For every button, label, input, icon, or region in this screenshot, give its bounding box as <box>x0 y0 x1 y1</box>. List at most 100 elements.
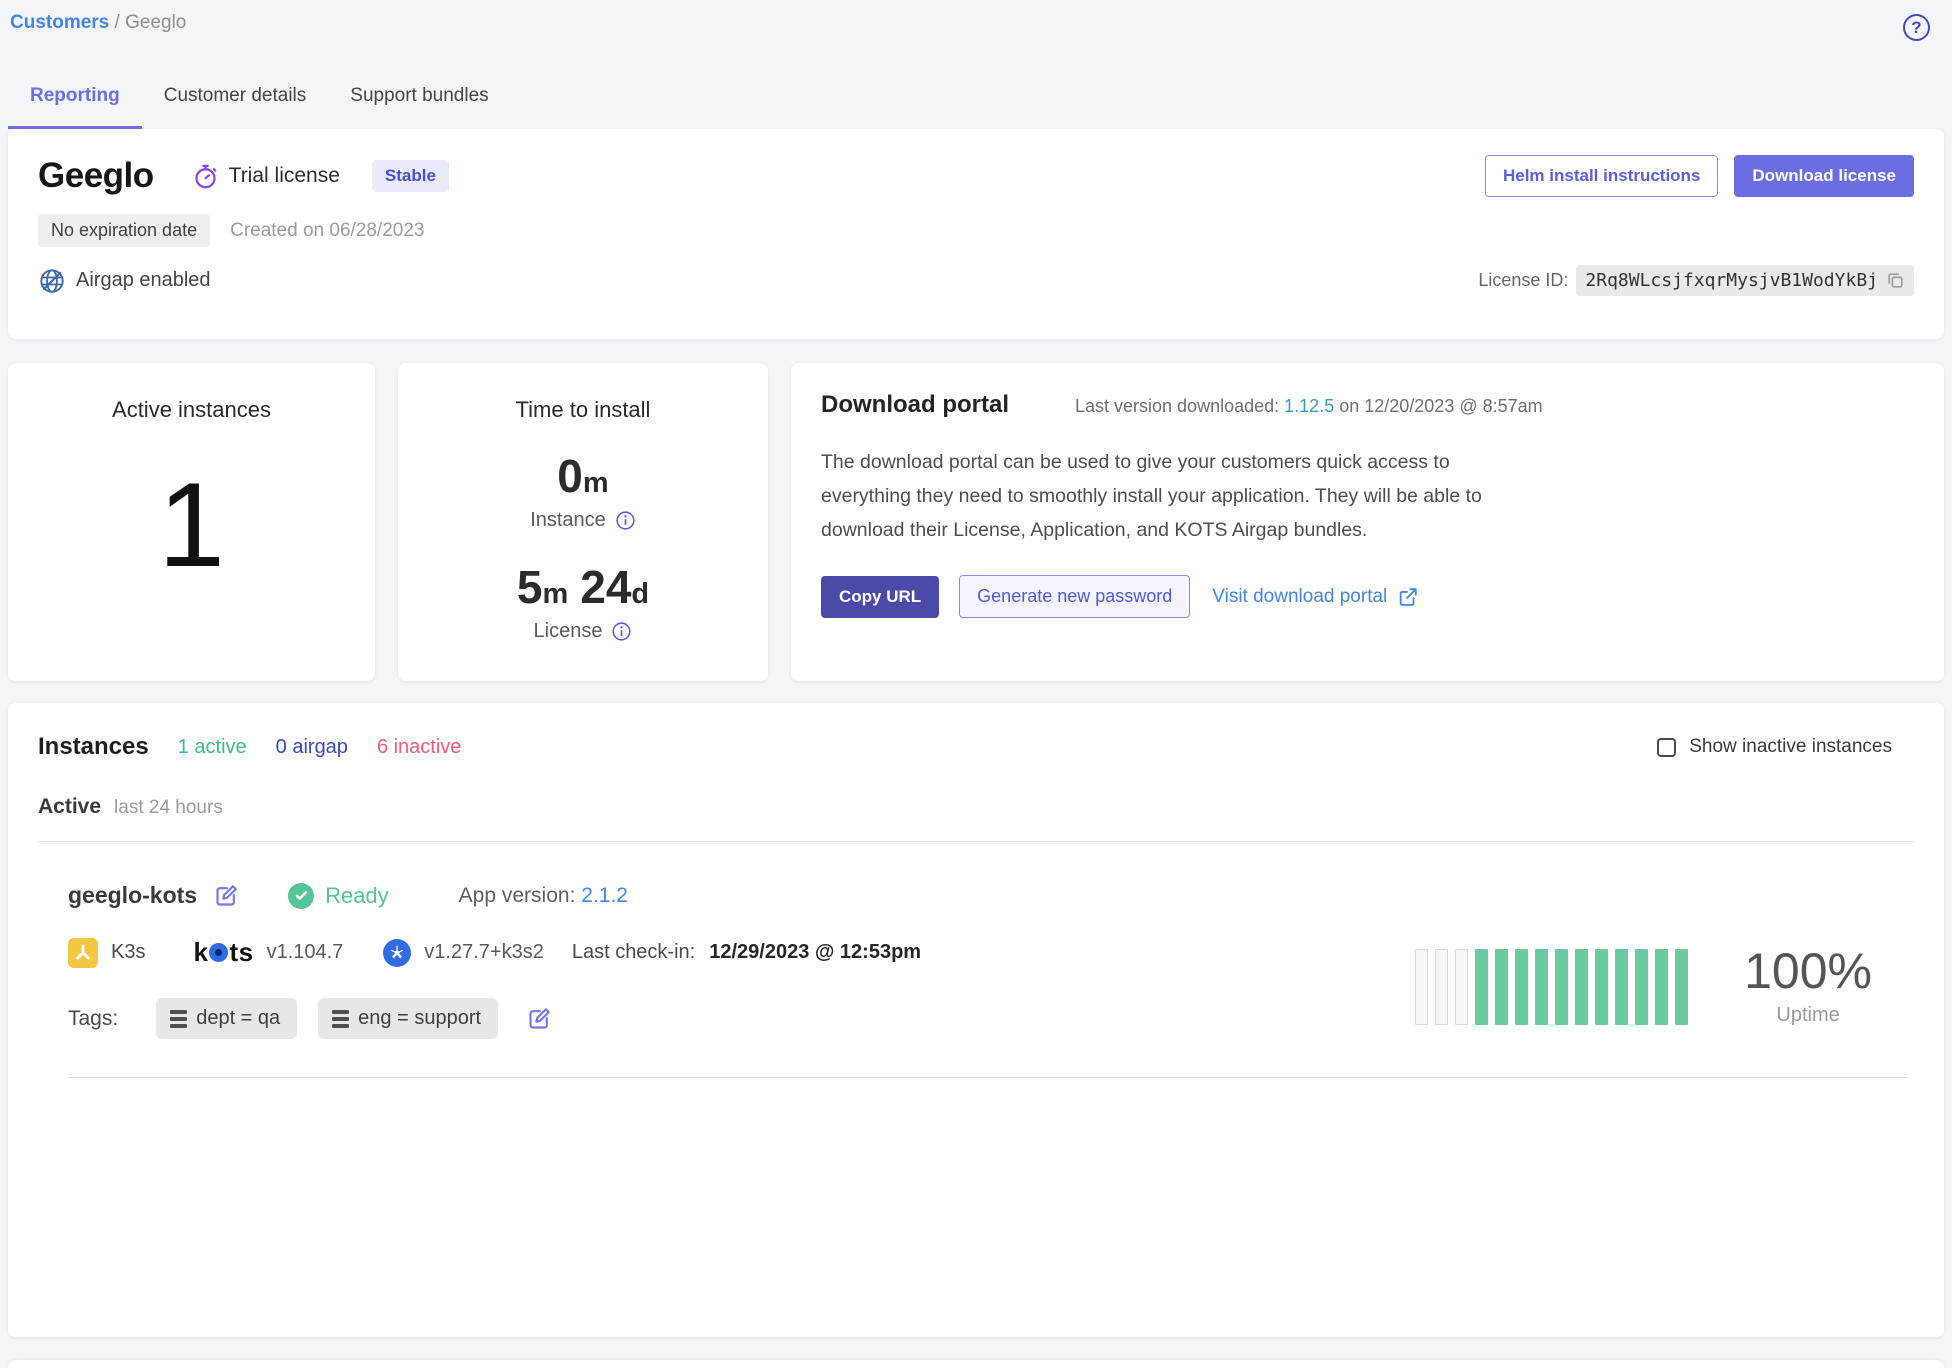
uptime-value: 100% <box>1744 946 1872 996</box>
license-type: Trial license <box>192 163 340 190</box>
breadcrumb-separator: / <box>115 12 126 33</box>
license-id-group: License ID: 2Rq8WLcsjfxqrMysjvB1WodYkBj <box>1478 265 1914 296</box>
kubernetes-icon <box>383 939 411 967</box>
inactive-count: 6 inactive <box>377 736 462 759</box>
tab-customer-details[interactable]: Customer details <box>142 75 329 129</box>
expiration-badge: No expiration date <box>38 214 210 247</box>
copy-url-button[interactable]: Copy URL <box>821 576 939 618</box>
uptime-bar <box>1655 949 1668 1025</box>
help-icon[interactable]: ? <box>1903 14 1930 41</box>
uptime-bar <box>1435 949 1448 1025</box>
uptime-label: Uptime <box>1744 1004 1872 1027</box>
tag-label: dept = qa <box>196 1007 280 1030</box>
tag-menu-icon <box>170 1010 187 1028</box>
created-date: Created on 06/28/2023 <box>230 220 424 242</box>
kots-logo: kts <box>193 937 253 968</box>
breadcrumb: Customers / Geeglo <box>10 12 186 34</box>
uptime-bar <box>1575 949 1588 1025</box>
uptime-bar <box>1635 949 1648 1025</box>
k3s-icon <box>68 938 98 968</box>
tags-label: Tags: <box>68 1007 118 1031</box>
active-section-sublabel: last 24 hours <box>114 797 223 819</box>
ready-label: Ready <box>325 883 389 909</box>
license-id-value: 2Rq8WLcsjfxqrMysjvB1WodYkBj <box>1585 270 1878 291</box>
active-instances-title: Active instances <box>8 397 375 423</box>
airgap-status: Airgap enabled <box>38 267 211 295</box>
uptime-bar <box>1675 949 1688 1025</box>
breadcrumb-customers-link[interactable]: Customers <box>10 12 109 33</box>
customer-name: Geeglo <box>38 156 154 196</box>
last-version-downloaded: Last version downloaded: 1.12.5 on 12/20… <box>1075 396 1543 417</box>
uptime-bar <box>1415 949 1428 1025</box>
uptime-bar <box>1595 949 1608 1025</box>
kots-logo-o <box>209 943 228 962</box>
instances-card: Instances 1 active 0 airgap 6 inactive S… <box>8 703 1944 1337</box>
ready-check-icon <box>288 883 314 909</box>
instance-install-label: Instance <box>398 509 768 532</box>
time-to-install-title: Time to install <box>398 397 768 423</box>
kots-version: v1.104.7 <box>267 941 344 964</box>
uptime-bar <box>1535 949 1548 1025</box>
customer-summary-card: Geeglo Trial license Stable Helm i <box>8 129 1944 339</box>
uptime-bar <box>1495 949 1508 1025</box>
uptime-bar <box>1475 949 1488 1025</box>
tab-reporting[interactable]: Reporting <box>8 75 142 129</box>
channel-badge: Stable <box>372 160 449 192</box>
external-link-icon <box>1397 586 1419 608</box>
next-card-edge <box>8 1360 1944 1368</box>
distro-label: K3s <box>111 941 145 964</box>
instance-status: Ready <box>288 883 389 909</box>
row-divider <box>68 1077 1908 1078</box>
license-id-chip: 2Rq8WLcsjfxqrMysjvB1WodYkBj <box>1576 265 1914 296</box>
active-section-header: Active last 24 hours <box>38 795 1914 819</box>
tab-bar: Reporting Customer details Support bundl… <box>8 75 1944 129</box>
tag-pill: dept = qa <box>156 998 297 1039</box>
top-bar: Customers / Geeglo ? <box>8 10 1944 41</box>
instance-name: geeglo-kots <box>68 882 197 909</box>
last-checkin-label: Last check-in: <box>572 941 695 964</box>
stats-row: Active instances 1 Time to install 0m In… <box>8 363 1944 681</box>
active-instances-value: 1 <box>8 465 375 585</box>
download-portal-title: Download portal <box>821 391 1009 419</box>
uptime-summary: 100% Uptime <box>1744 946 1872 1027</box>
uptime-panel: 100% Uptime <box>1415 946 1872 1027</box>
instance-install-time: 0m <box>398 453 768 499</box>
license-install-label: License <box>398 620 768 643</box>
tab-support-bundles[interactable]: Support bundles <box>328 75 510 129</box>
uptime-bar <box>1615 949 1628 1025</box>
edit-instance-name-icon[interactable] <box>213 882 240 909</box>
generate-new-password-button[interactable]: Generate new password <box>959 575 1190 618</box>
instance-row: geeglo-kots Ready App ve <box>38 882 1914 1039</box>
airgap-globe-icon <box>38 267 66 295</box>
license-install-time: 5m24d <box>398 564 768 610</box>
show-inactive-checkbox[interactable] <box>1657 738 1676 757</box>
download-portal-description: The download portal can be used to give … <box>821 445 1516 547</box>
helm-install-instructions-button[interactable]: Helm install instructions <box>1485 155 1718 197</box>
active-count: 1 active <box>178 736 247 759</box>
time-to-install-card: Time to install 0m Instance 5m24d Licens… <box>398 363 768 681</box>
license-id-label: License ID: <box>1478 270 1568 291</box>
airgap-count: 0 airgap <box>276 736 348 759</box>
section-divider <box>38 841 1914 842</box>
edit-tags-icon[interactable] <box>526 1005 553 1032</box>
app-version-link[interactable]: 2.1.2 <box>581 884 628 907</box>
last-version-link[interactable]: 1.12.5 <box>1284 396 1334 416</box>
trial-timer-icon <box>192 163 219 190</box>
page: Customers / Geeglo ? Reporting Customer … <box>0 0 1952 1368</box>
k8s-version: v1.27.7+k3s2 <box>424 941 544 964</box>
visit-download-portal-link[interactable]: Visit download portal <box>1212 586 1419 608</box>
last-checkin-value: 12/29/2023 @ 12:53pm <box>709 941 921 964</box>
license-type-label: Trial license <box>229 164 340 188</box>
app-version: App version: 2.1.2 <box>459 884 628 908</box>
tag-list: dept = qa eng = support <box>156 998 498 1039</box>
copy-license-icon[interactable] <box>1886 271 1905 290</box>
airgap-label: Airgap enabled <box>76 269 211 292</box>
license-info-icon[interactable] <box>611 621 632 642</box>
active-instances-card: Active instances 1 <box>8 363 375 681</box>
breadcrumb-current: Geeglo <box>125 12 186 33</box>
instance-info-icon[interactable] <box>615 510 636 531</box>
download-portal-card: Download portal Last version downloaded:… <box>791 363 1944 681</box>
download-license-button[interactable]: Download license <box>1734 155 1914 197</box>
instances-title: Instances <box>38 733 149 761</box>
tag-menu-icon <box>332 1010 349 1028</box>
